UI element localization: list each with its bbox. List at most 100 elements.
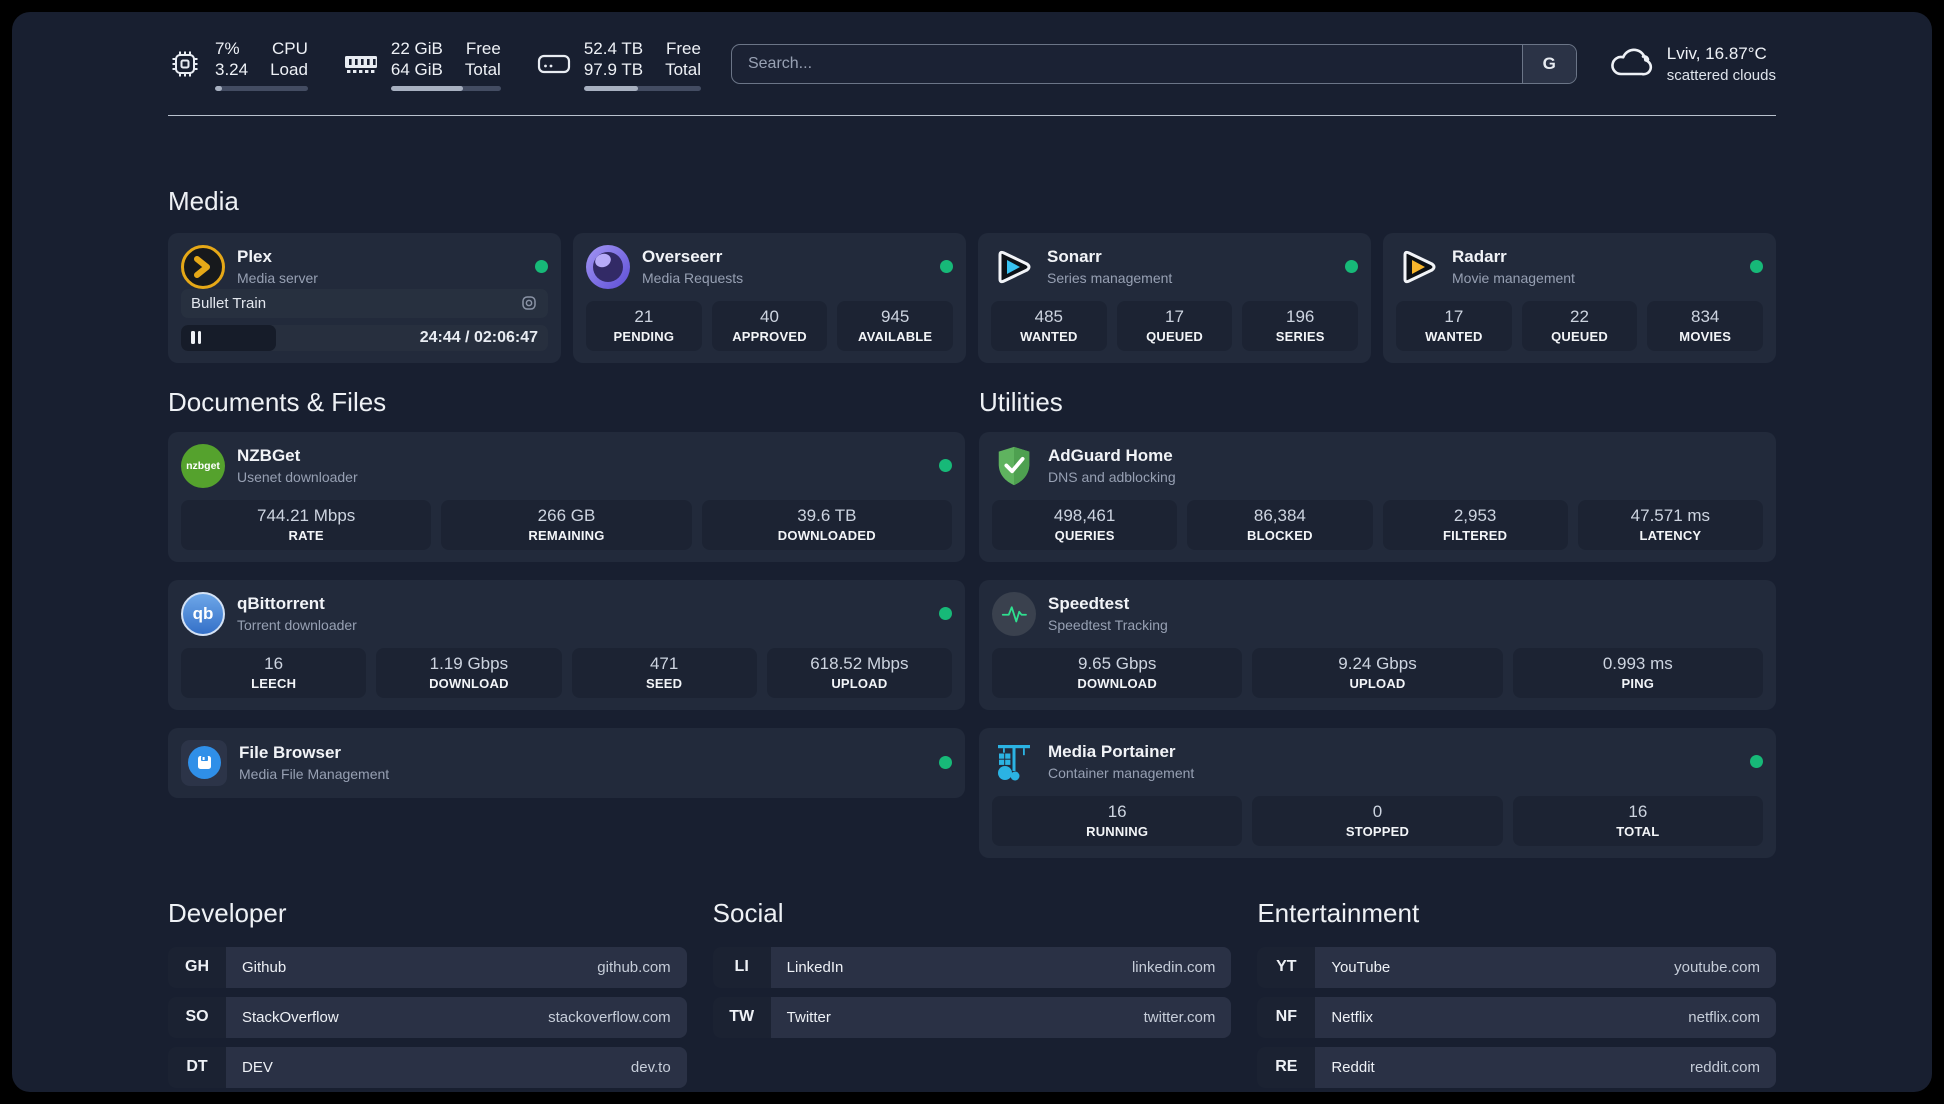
adguard-icon — [992, 444, 1036, 488]
app-title: Speedtest — [1048, 594, 1130, 614]
link-domain: linkedin.com — [1131, 958, 1216, 976]
disk-label-2: Total — [665, 60, 701, 80]
app-subtitle: Media server — [237, 269, 318, 286]
weather-widget: Lviv, 16.87°C scattered clouds — [1607, 43, 1776, 85]
search-engine-button[interactable]: G — [1521, 45, 1576, 84]
link-abbr: LI — [712, 946, 771, 988]
developer-links: Developer GH Github github.com SO StackO… — [168, 898, 687, 1088]
app-card-radarr[interactable]: Radarr Movie management 17 WANTED 22 QUE… — [1383, 232, 1776, 363]
link-stackoverflow[interactable]: SO StackOverflow stackoverflow.com — [168, 996, 687, 1038]
ram-label-1: Free — [465, 39, 501, 58]
ram-stat: 22 GiB 64 GiB Free Total — [344, 38, 501, 91]
app-card-qbittorrent[interactable]: qb qBittorrent Torrent downloader 16 LEE… — [168, 579, 965, 710]
link-domain: youtube.com — [1674, 958, 1760, 976]
app-subtitle: Container management — [1048, 764, 1195, 781]
cpu-icon — [168, 47, 202, 81]
link-name: Reddit — [1331, 1058, 1375, 1076]
link-netflix[interactable]: NF Netflix netflix.com — [1257, 996, 1776, 1038]
app-subtitle: Usenet downloader — [237, 468, 358, 485]
app-subtitle: Torrent downloader — [237, 616, 357, 633]
link-twitter[interactable]: TW Twitter twitter.com — [712, 996, 1232, 1038]
stat-blocked: 86,384 BLOCKED — [1187, 499, 1373, 550]
stat-queries: 498,461 QUERIES — [992, 499, 1178, 550]
stat-upload: 618.52 Mbps UPLOAD — [766, 647, 952, 698]
link-name: DEV — [242, 1058, 273, 1076]
app-card-sonarr[interactable]: Sonarr Series management 485 WANTED 17 Q… — [978, 232, 1371, 363]
link-dev[interactable]: DT DEV dev.to — [168, 1046, 687, 1088]
stat-series: 196 SERIES — [1242, 300, 1359, 351]
link-name: Github — [242, 958, 287, 976]
app-title: File Browser — [239, 743, 342, 763]
link-name: YouTube — [1331, 958, 1391, 976]
cpu-stat: 7% 3.24 CPU Load — [168, 38, 308, 91]
section-title-media: Media — [168, 185, 239, 216]
link-domain: netflix.com — [1688, 1008, 1760, 1026]
status-dot — [1750, 755, 1763, 768]
link-domain: stackoverflow.com — [548, 1008, 671, 1026]
link-reddit[interactable]: RE Reddit reddit.com — [1257, 1046, 1776, 1088]
search-bar: G — [730, 44, 1577, 85]
link-linkedin[interactable]: LI LinkedIn linkedin.com — [712, 946, 1232, 988]
app-title: qBittorrent — [237, 594, 325, 614]
filebrowser-icon — [181, 739, 227, 786]
stat-movies: 834 MOVIES — [1647, 300, 1764, 351]
section-title-social: Social — [712, 897, 784, 928]
search-input[interactable] — [731, 45, 1522, 84]
cpu-value-1: 7% — [215, 39, 240, 58]
now-playing-row: Bullet Train — [181, 288, 548, 319]
social-links: Social LI LinkedIn linkedin.com TW Twitt… — [712, 897, 1232, 1088]
link-github[interactable]: GH Github github.com — [168, 946, 687, 988]
app-card-overseerr[interactable]: Overseerr Media Requests 21 PENDING 40 A… — [573, 232, 966, 363]
app-card-plex[interactable]: Plex Media server Bullet Train 24:44 / 0… — [168, 232, 561, 363]
disk-icon — [537, 47, 571, 81]
ram-value-1: 22 GiB — [390, 39, 443, 58]
status-dot — [1750, 260, 1763, 273]
nzbget-icon: nzbget — [181, 443, 225, 488]
playback-elapsed — [181, 325, 277, 351]
stat-pending: 21 PENDING — [586, 300, 702, 351]
link-domain: reddit.com — [1689, 1058, 1760, 1076]
app-card-portainer[interactable]: Media Portainer Container management 16 … — [979, 727, 1776, 858]
status-dot — [1345, 260, 1358, 273]
settings-icon[interactable] — [520, 294, 538, 312]
stat-approved: 40 APPROVED — [711, 300, 828, 351]
app-subtitle: Movie management — [1452, 269, 1575, 286]
app-card-adguard[interactable]: AdGuard Home DNS and adblocking 498,461 … — [979, 431, 1776, 562]
app-title: Media Portainer — [1048, 742, 1176, 762]
app-card-nzbget[interactable]: nzbget NZBGet Usenet downloader 744.21 M… — [168, 431, 965, 562]
app-card-filebrowser[interactable]: File Browser Media File Management — [168, 727, 965, 798]
cpu-label-2: Load — [270, 60, 308, 80]
stat-rate: 744.21 Mbps RATE — [181, 499, 432, 550]
status-dot — [939, 459, 952, 472]
cloud-icon — [1607, 45, 1653, 84]
weather-location: Lviv, 16.87°C — [1666, 44, 1767, 64]
stat-downloaded: 39.6 TB DOWNLOADED — [701, 499, 952, 550]
app-subtitle: Media Requests — [642, 269, 744, 286]
ram-icon — [344, 47, 378, 81]
status-dot — [535, 260, 548, 273]
link-abbr: YT — [1257, 946, 1316, 988]
app-card-speedtest[interactable]: Speedtest Speedtest Tracking 9.65 Gbps D… — [979, 579, 1776, 710]
disk-progress-bar — [583, 85, 701, 91]
stat-queued: 17 QUEUED — [1116, 300, 1233, 351]
portainer-icon — [992, 740, 1036, 784]
disk-stat: 52.4 TB 97.9 TB Free Total — [537, 38, 701, 91]
disk-value-1: 52.4 TB — [583, 39, 644, 58]
link-abbr: GH — [168, 946, 226, 988]
stat-filtered: 2,953 FILTERED — [1382, 499, 1568, 550]
stat-download: 1.19 Gbps DOWNLOAD — [376, 647, 562, 698]
link-abbr: DT — [168, 1046, 226, 1088]
disk-label-1: Free — [666, 39, 701, 58]
stat-wanted: 485 WANTED — [991, 300, 1107, 351]
link-youtube[interactable]: YT YouTube youtube.com — [1257, 946, 1776, 988]
cpu-label-1: CPU — [272, 39, 308, 58]
radarr-icon — [1396, 245, 1440, 289]
ram-progress-bar — [390, 85, 501, 91]
link-name: LinkedIn — [786, 958, 844, 976]
pause-icon[interactable] — [191, 331, 201, 345]
playback-time: 24:44 / 02:06:47 — [419, 328, 538, 346]
playback-progress-bar: 24:44 / 02:06:47 — [181, 325, 548, 351]
app-subtitle: Series management — [1047, 269, 1173, 286]
stat-remaining: 266 GB REMAINING — [441, 499, 692, 550]
entertainment-links: Entertainment YT YouTube youtube.com NF … — [1257, 898, 1776, 1088]
